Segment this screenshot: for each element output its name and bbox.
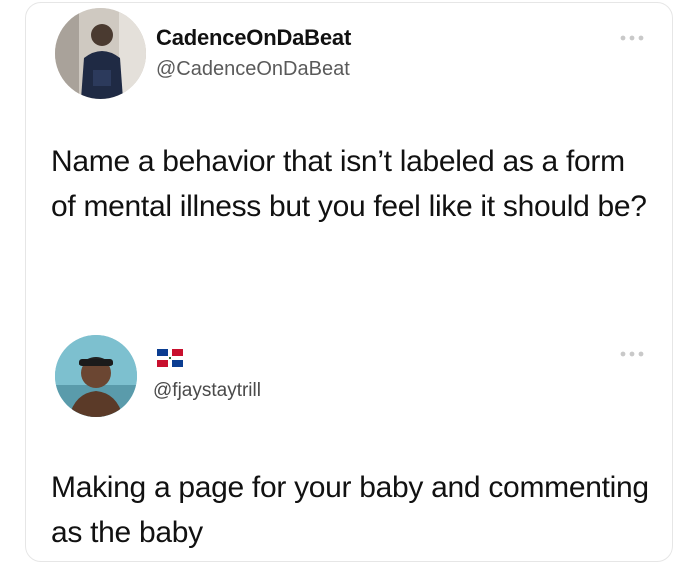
more-dots-icon[interactable]: [619, 350, 645, 358]
reply-text: Making a page for your baby and commenti…: [51, 471, 649, 549]
author-handle[interactable]: @CadenceOnDaBeat: [156, 58, 350, 81]
tweet-text: Name a behavior that isn’t labeled as a …: [51, 145, 647, 223]
person-photo-icon: [55, 8, 146, 99]
person-photo-icon: [55, 335, 137, 417]
more-dots-icon[interactable]: [619, 34, 645, 42]
author-avatar[interactable]: [55, 8, 146, 99]
dominican-republic-flag-icon: [157, 349, 183, 367]
original-tweet: CadenceOnDaBeat @CadenceOnDaBeat Name a …: [26, 3, 672, 323]
author-display-name[interactable]: CadenceOnDaBeat: [156, 25, 351, 51]
screenshot-canvas: CadenceOnDaBeat @CadenceOnDaBeat Name a …: [0, 0, 700, 569]
reply-author-handle[interactable]: @fjaystaytrill: [153, 380, 261, 402]
reply-author-avatar[interactable]: [55, 335, 137, 417]
reply-tweet: @fjaystaytrill Making a page for your ba…: [26, 325, 672, 561]
tweet-card: CadenceOnDaBeat @CadenceOnDaBeat Name a …: [25, 2, 673, 562]
